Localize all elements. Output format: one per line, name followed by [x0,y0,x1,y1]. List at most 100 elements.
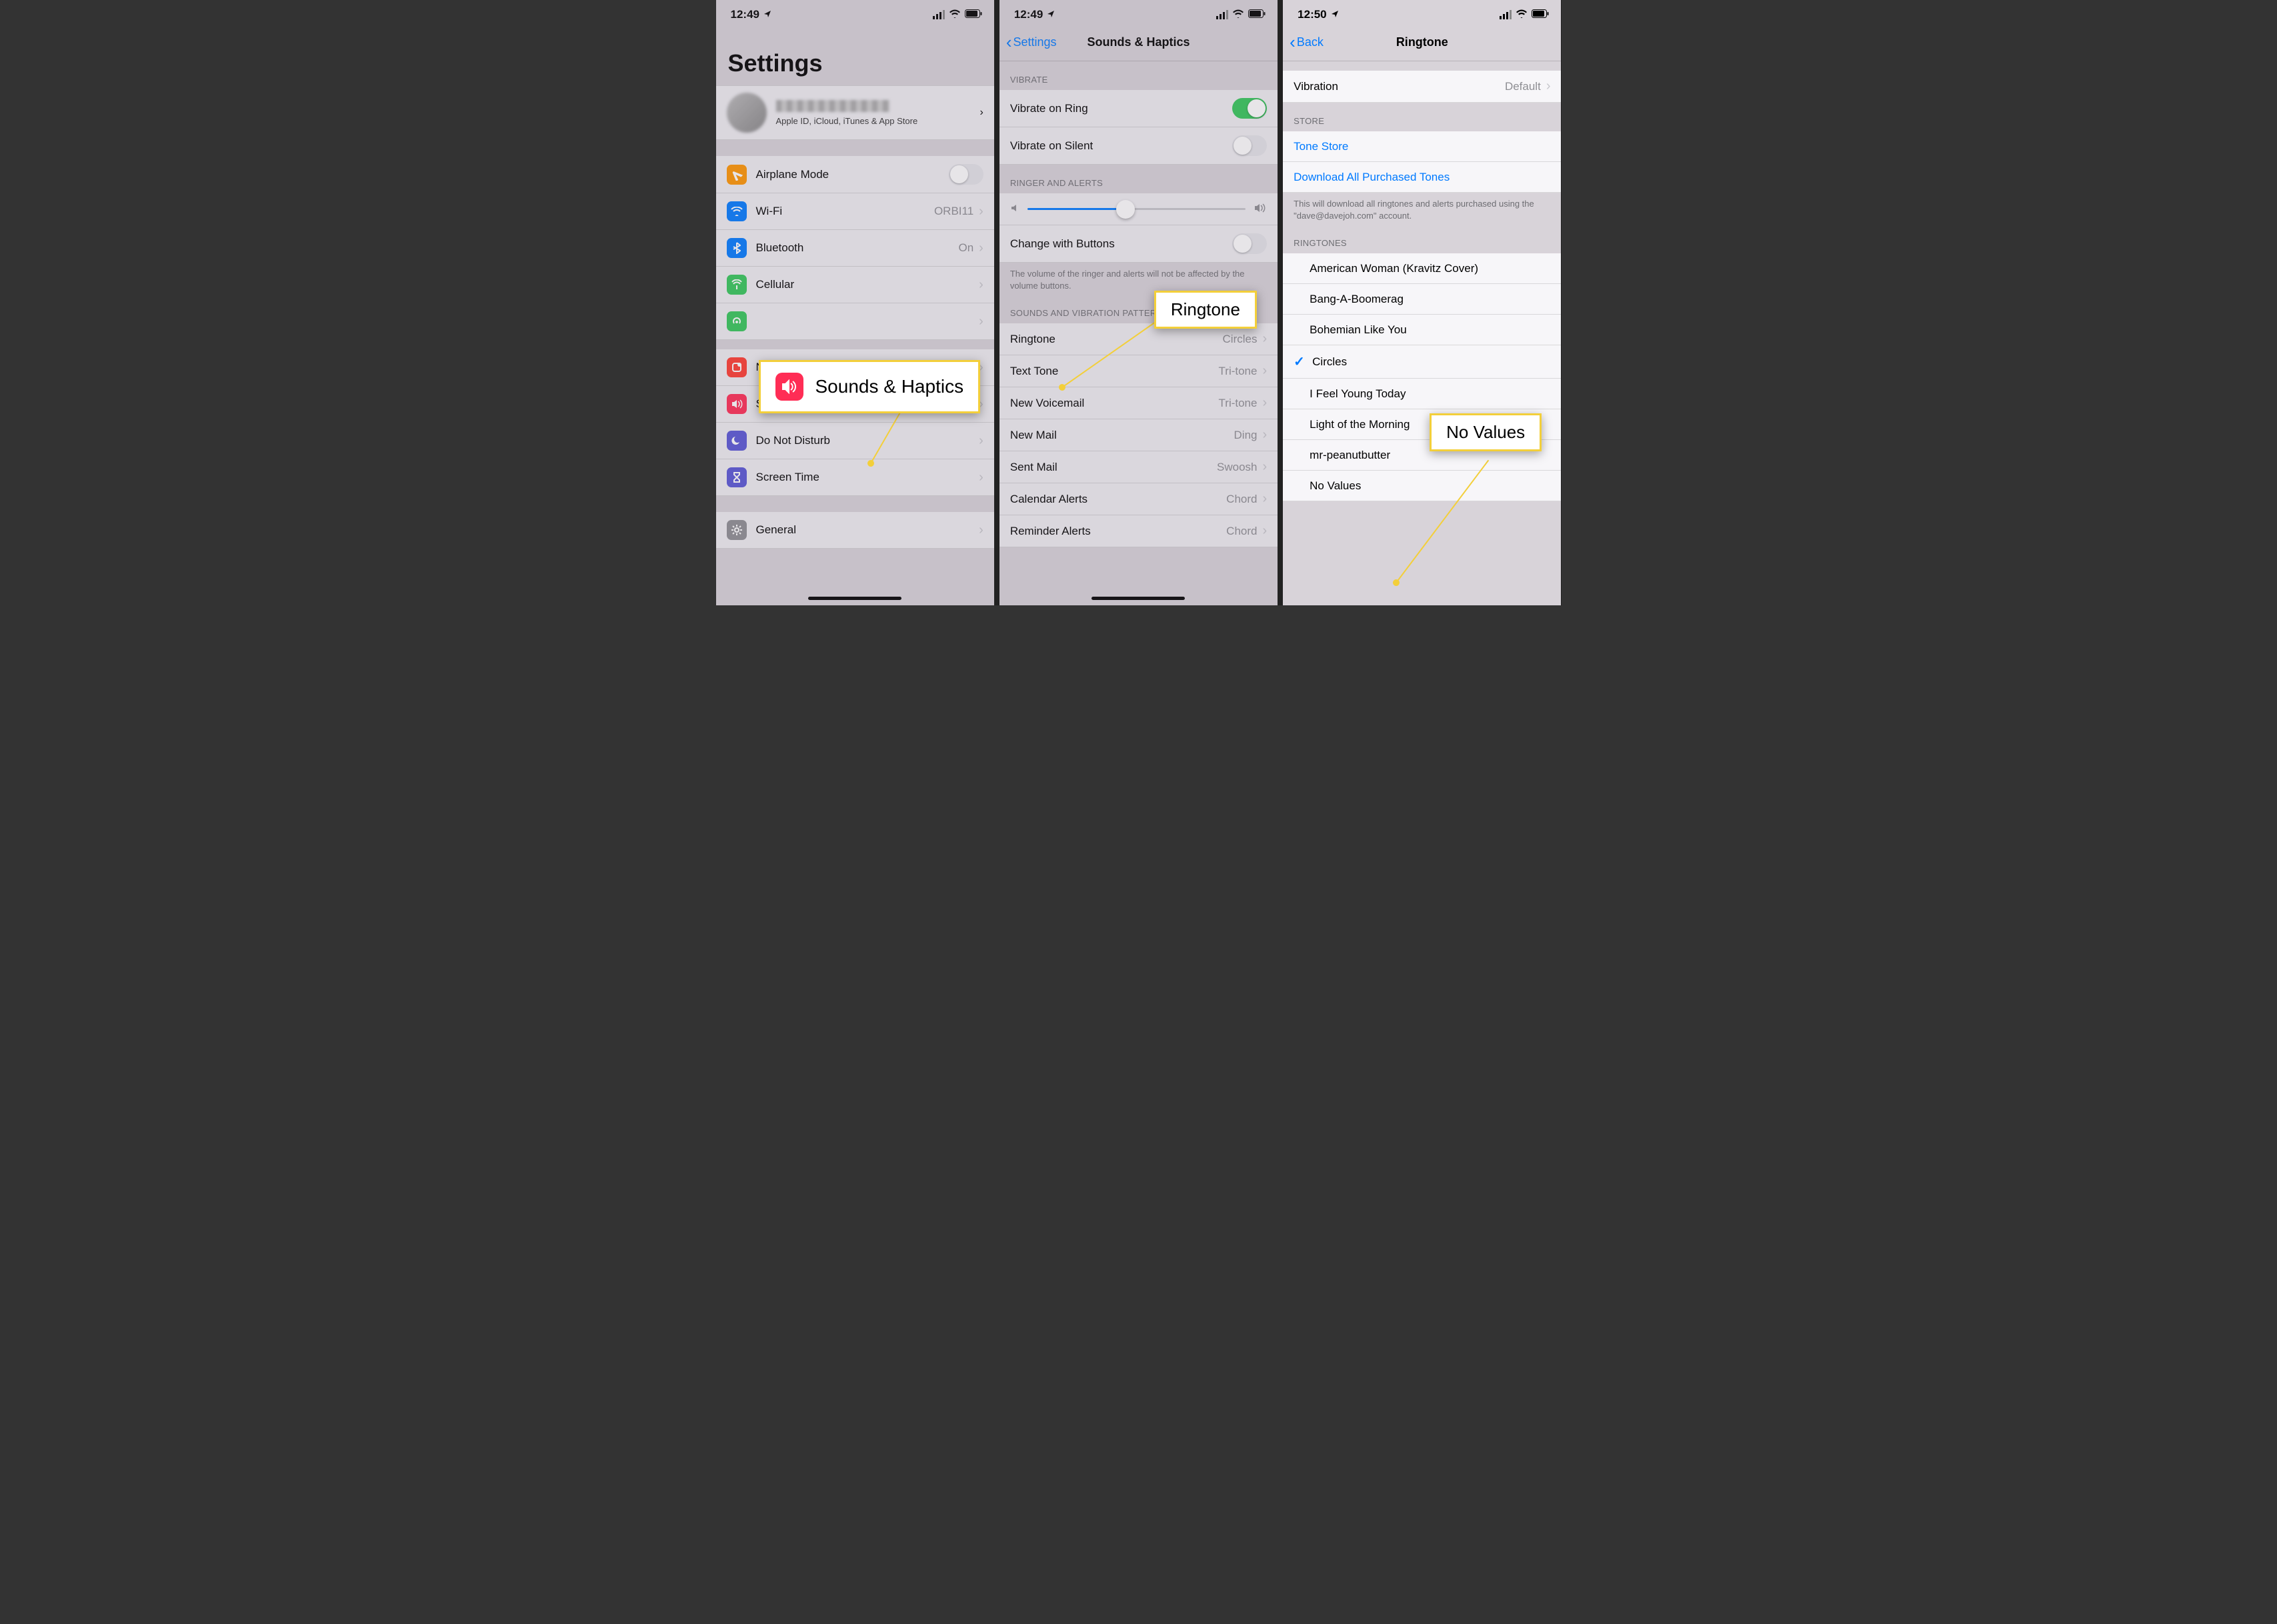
row-value: Tri-tone [1219,397,1258,410]
vibrate-silent-toggle[interactable] [1232,135,1267,156]
home-indicator[interactable] [1091,597,1185,600]
row-value: Chord [1226,493,1257,506]
status-bar: 12:49 [999,0,1278,27]
page-title: Settings [716,27,994,85]
location-icon [1047,8,1055,21]
status-bar: 12:49 [716,0,994,27]
vibrate-ring-toggle[interactable] [1232,98,1267,119]
vibration-row[interactable]: Vibration Default › [1283,71,1561,103]
vibrate-on-silent-row[interactable]: Vibrate on Silent [999,127,1278,165]
change-with-buttons-row[interactable]: Change with Buttons [999,225,1278,263]
row-label: Wi-Fi [756,205,934,218]
ringtone-label: Bang-A-Boomerag [1294,293,1550,306]
battery-icon [1248,8,1266,21]
ringtone-row[interactable]: ✓Circles [1283,345,1561,379]
ringtone-row[interactable]: Bang-A-Boomerag [1283,284,1561,315]
section-store: STORE [1283,103,1561,131]
nav-title: Sounds & Haptics [1087,35,1190,49]
notifications-icon [727,357,747,377]
chevron-right-icon: › [1262,523,1267,539]
row-value: Tri-tone [1219,365,1258,378]
airplane-toggle[interactable] [949,164,983,185]
status-time: 12:49 [731,8,759,21]
ringtone-row[interactable]: No Values [1283,471,1561,501]
settings-row-general[interactable]: General› [716,512,994,549]
row-value: On [958,241,973,255]
pattern-row[interactable]: Sent MailSwoosh› [999,451,1278,483]
pattern-row[interactable]: Text ToneTri-tone › [999,355,1278,387]
row-label: Do Not Disturb [756,434,979,447]
download-tones-row[interactable]: Download All Purchased Tones [1283,162,1561,193]
ringtone-label: Bohemian Like You [1294,323,1550,337]
settings-row-cellular[interactable]: Cellular› [716,267,994,303]
wifi-icon [949,8,961,21]
chevron-right-icon: › [1262,459,1267,475]
row-value: Ding [1234,429,1258,442]
ringtone-label: No Values [1294,479,1550,493]
avatar [727,93,767,133]
location-icon [763,8,771,21]
volume-slider[interactable] [1027,208,1246,210]
airplane-icon [727,165,747,185]
ringtone-row[interactable]: American Woman (Kravitz Cover) [1283,253,1561,284]
settings-row-dnd[interactable]: Do Not Disturb› [716,423,994,459]
ringer-volume-slider-row [999,193,1278,225]
section-vibrate: VIBRATE [999,61,1278,90]
sounds-icon [727,394,747,414]
chevron-right-icon: › [979,470,983,485]
pattern-row[interactable]: New MailDing› [999,419,1278,451]
tone-store-row[interactable]: Tone Store [1283,131,1561,162]
row-value: Circles [1223,333,1258,346]
settings-row-bluetooth[interactable]: BluetoothOn› [716,230,994,267]
back-button[interactable]: ‹ Back [1290,32,1324,53]
wifi-icon [1232,8,1244,21]
bluetooth-icon [727,238,747,258]
row-label: New Voicemail [1010,397,1219,410]
row-value: Chord [1226,525,1257,538]
chevron-right-icon: › [980,107,983,119]
wifi-icon [727,201,747,221]
ringtone-label: I Feel Young Today [1294,387,1550,401]
home-indicator[interactable] [808,597,901,600]
ringtone-screen: 12:50 ‹ Back Ringtone Vibration Default … [1283,0,1561,605]
row-value: Swoosh [1217,461,1257,474]
profile-name-redacted [776,100,889,112]
nav-bar: ‹ Settings Sounds & Haptics [999,27,1278,61]
change-buttons-toggle[interactable] [1232,233,1267,254]
vibrate-on-ring-row[interactable]: Vibrate on Ring [999,90,1278,127]
settings-row-airplane[interactable]: Airplane Mode [716,156,994,193]
callout-no-values: No Values [1430,413,1542,451]
battery-icon [1532,8,1549,21]
pattern-row[interactable]: New VoicemailTri-tone› [999,387,1278,419]
apple-id-row[interactable]: Apple ID, iCloud, iTunes & App Store › [716,85,994,140]
cellular-icon [727,275,747,295]
settings-row-hotspot[interactable]: › [716,303,994,340]
pattern-row[interactable]: Reminder AlertsChord› [999,515,1278,547]
row-label: New Mail [1010,429,1234,442]
settings-row-wifi[interactable]: Wi-FiORBI11› [716,193,994,230]
cellular-signal-icon [933,10,945,19]
back-button[interactable]: ‹ Settings [1006,32,1057,53]
settings-screen: 12:49 Settings Apple ID, iCloud, iTunes … [716,0,999,605]
row-label: Calendar Alerts [1010,493,1226,506]
nav-title: Ringtone [1396,35,1448,49]
pattern-row[interactable]: Calendar AlertsChord› [999,483,1278,515]
ringtone-row[interactable]: Bohemian Like You [1283,315,1561,345]
checkmark-icon: ✓ [1294,353,1312,370]
speaker-high-icon [1254,203,1267,215]
chevron-right-icon: › [1262,363,1267,379]
status-bar: 12:50 [1283,0,1561,27]
row-label: Text Tone [1010,365,1219,378]
settings-row-screentime[interactable]: Screen Time› [716,459,994,496]
cellular-signal-icon [1216,10,1228,19]
status-time: 12:50 [1298,8,1326,21]
chevron-left-icon: ‹ [1290,32,1296,53]
row-label: Cellular [756,278,979,291]
row-value: ORBI11 [934,205,973,218]
chevron-left-icon: ‹ [1006,32,1012,53]
profile-subtitle: Apple ID, iCloud, iTunes & App Store [776,116,980,126]
ringtone-row[interactable]: I Feel Young Today [1283,379,1561,409]
screentime-icon [727,467,747,487]
status-time: 12:49 [1014,8,1043,21]
row-label: General [756,523,979,537]
